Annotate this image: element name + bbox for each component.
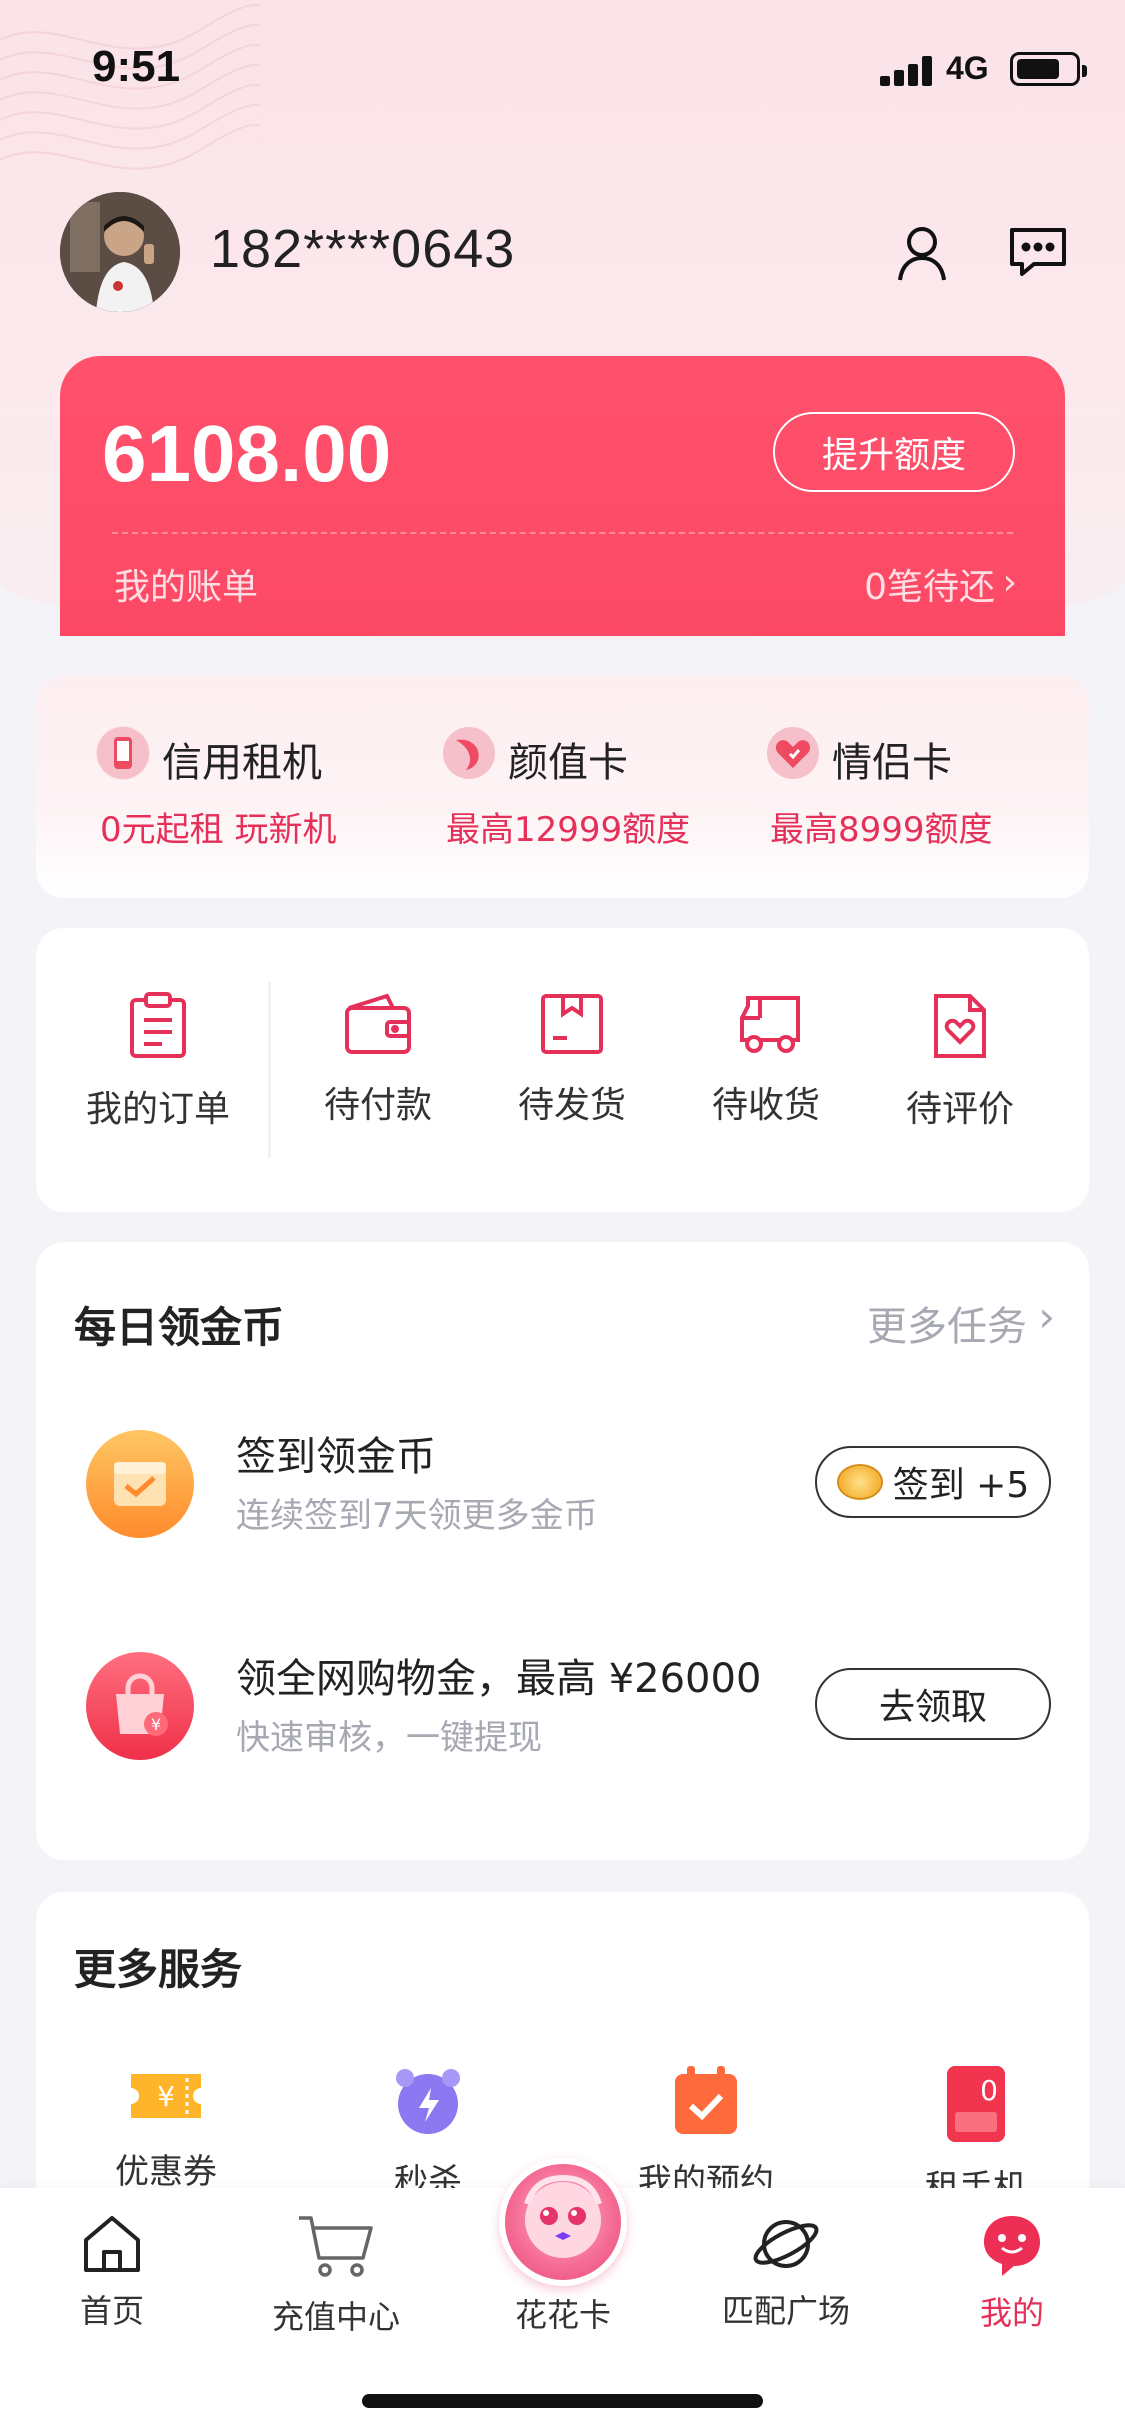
- appointment-icon: [675, 2066, 737, 2134]
- beauty-card-icon: [442, 726, 496, 780]
- message-icon[interactable]: [1006, 220, 1070, 284]
- pending-payment-button[interactable]: 待付款: [278, 992, 478, 1128]
- pending-shipment-button[interactable]: 待发货: [472, 992, 672, 1128]
- claim-button[interactable]: 去领取: [815, 1668, 1051, 1740]
- home-indicator: [362, 2394, 763, 2408]
- pending-receipt-button[interactable]: 待收货: [666, 992, 866, 1128]
- feature-card: 信用租机 0元起租 玩新机 颜值卡 最高12999额度 情侣卡 最高8999额度: [36, 676, 1089, 898]
- avatar[interactable]: [60, 192, 180, 312]
- claim-button-label: 去领取: [878, 1687, 987, 1728]
- svg-text:¥: ¥: [157, 2080, 175, 2113]
- profile-face-icon: [984, 2216, 1040, 2276]
- feature-title: 信用租机: [162, 740, 322, 786]
- chevron-right-icon: ›: [1002, 562, 1017, 603]
- tab-huahua-card[interactable]: [499, 2158, 627, 2286]
- more-tasks-link[interactable]: 更多任务: [867, 1294, 1027, 1352]
- tab-label: 充值中心: [271, 2298, 400, 2336]
- feature-subtitle: 最高8999额度: [770, 810, 993, 850]
- tab-label: 我的: [979, 2294, 1044, 2332]
- task-subtitle: 快速审核，一键提现: [236, 1718, 542, 1758]
- order-label: 待评价: [905, 1089, 1014, 1130]
- home-icon: [84, 2216, 140, 2272]
- service-flash-sale[interactable]: 秒杀: [338, 2064, 518, 2203]
- order-label: 待发货: [517, 1085, 626, 1126]
- feature-subtitle: 0元起租 玩新机: [100, 810, 337, 850]
- box-icon: [541, 994, 603, 1054]
- tab-label: 匹配广场: [721, 2292, 850, 2330]
- checkin-button-label: 签到 +5: [892, 1465, 1030, 1506]
- coin-icon: [836, 1464, 883, 1500]
- credit-amount: 6108.00: [102, 409, 392, 498]
- my-orders-button[interactable]: 我的订单: [58, 992, 258, 1132]
- card-divider: [112, 532, 1013, 534]
- task-shopping-money: ¥ 领全网购物金，最高 ¥26000 快速审核，一键提现 去领取: [36, 1628, 1089, 1768]
- orders-divider: [268, 982, 271, 1158]
- battery-level: [1017, 59, 1059, 79]
- daily-coins-card: 每日领金币 更多任务 › 签到领金币 连续签到7天领更多金币 签到 +5 ¥ 领…: [36, 1242, 1089, 1860]
- order-label: 待付款: [323, 1085, 432, 1126]
- planet-icon: [753, 2220, 819, 2268]
- service-label: 优惠券: [115, 2152, 217, 2192]
- order-list-icon: [130, 992, 186, 1058]
- phone-number: 182****0643: [210, 219, 516, 279]
- status-bar: 9:51 4G: [0, 0, 1125, 132]
- status-time: 9:51: [92, 42, 181, 91]
- bill-status[interactable]: 0笔待还: [864, 558, 995, 610]
- alarm-clock-icon: [396, 2069, 460, 2134]
- tab-recharge[interactable]: 充值中心: [246, 2212, 426, 2338]
- tab-match-plaza[interactable]: 匹配广场: [696, 2212, 876, 2332]
- svg-text:0: 0: [980, 2074, 998, 2107]
- orders-card: 我的订单 待付款 待发货 待收货 待评价: [36, 928, 1089, 1212]
- phone-rent-icon: [96, 726, 150, 780]
- checkin-calendar-icon: [84, 1428, 196, 1540]
- shopping-bag-icon: ¥: [84, 1650, 196, 1762]
- my-bill-link[interactable]: 我的账单: [114, 558, 258, 610]
- mascot-icon: [524, 2174, 602, 2258]
- section-title: 更多服务: [74, 1945, 243, 1994]
- avatar-photo: [60, 192, 180, 312]
- coupon-icon: ¥: [131, 2074, 201, 2118]
- feature-title: 颜值卡: [508, 740, 628, 786]
- raise-limit-button[interactable]: 提升额度: [773, 412, 1015, 492]
- signal-icon: [880, 56, 936, 86]
- rent-phone-icon: 0: [947, 2066, 1005, 2142]
- network-type: 4G: [946, 50, 989, 86]
- battery-icon: [1010, 52, 1087, 86]
- pending-review-button[interactable]: 待评价: [860, 992, 1060, 1132]
- credit-limit-card: 6108.00 提升额度 我的账单 0笔待还 ›: [60, 356, 1065, 636]
- task-title: 签到领金币: [236, 1434, 436, 1480]
- service-appointment[interactable]: 我的预约: [616, 2064, 796, 2203]
- svg-text:¥: ¥: [151, 1715, 161, 1734]
- tab-label-huahua[interactable]: 花花卡: [470, 2290, 656, 2336]
- feature-subtitle: 最高12999额度: [446, 810, 691, 850]
- task-title: 领全网购物金，最高 ¥26000: [236, 1656, 762, 1702]
- cart-icon: [299, 2216, 373, 2277]
- order-label: 待收货: [711, 1085, 820, 1126]
- service-coupon[interactable]: ¥ 优惠券: [76, 2064, 256, 2193]
- chevron-right-icon[interactable]: ›: [1038, 1292, 1055, 1341]
- section-title: 每日领金币: [74, 1303, 285, 1352]
- truck-icon: [740, 996, 800, 1053]
- order-label: 我的订单: [85, 1089, 230, 1130]
- wallet-icon: [345, 993, 411, 1054]
- task-subtitle: 连续签到7天领更多金币: [236, 1496, 598, 1536]
- tab-mine[interactable]: 我的: [922, 2212, 1102, 2334]
- feature-title: 情侣卡: [832, 740, 952, 786]
- tab-home[interactable]: 首页: [22, 2212, 202, 2332]
- review-icon: [934, 994, 986, 1058]
- task-checkin: 签到领金币 连续签到7天领更多金币 签到 +5: [36, 1406, 1089, 1546]
- checkin-button[interactable]: 签到 +5: [815, 1446, 1051, 1518]
- user-icon[interactable]: [890, 220, 954, 284]
- tab-label: 首页: [79, 2292, 144, 2330]
- couple-card-icon: [766, 726, 820, 780]
